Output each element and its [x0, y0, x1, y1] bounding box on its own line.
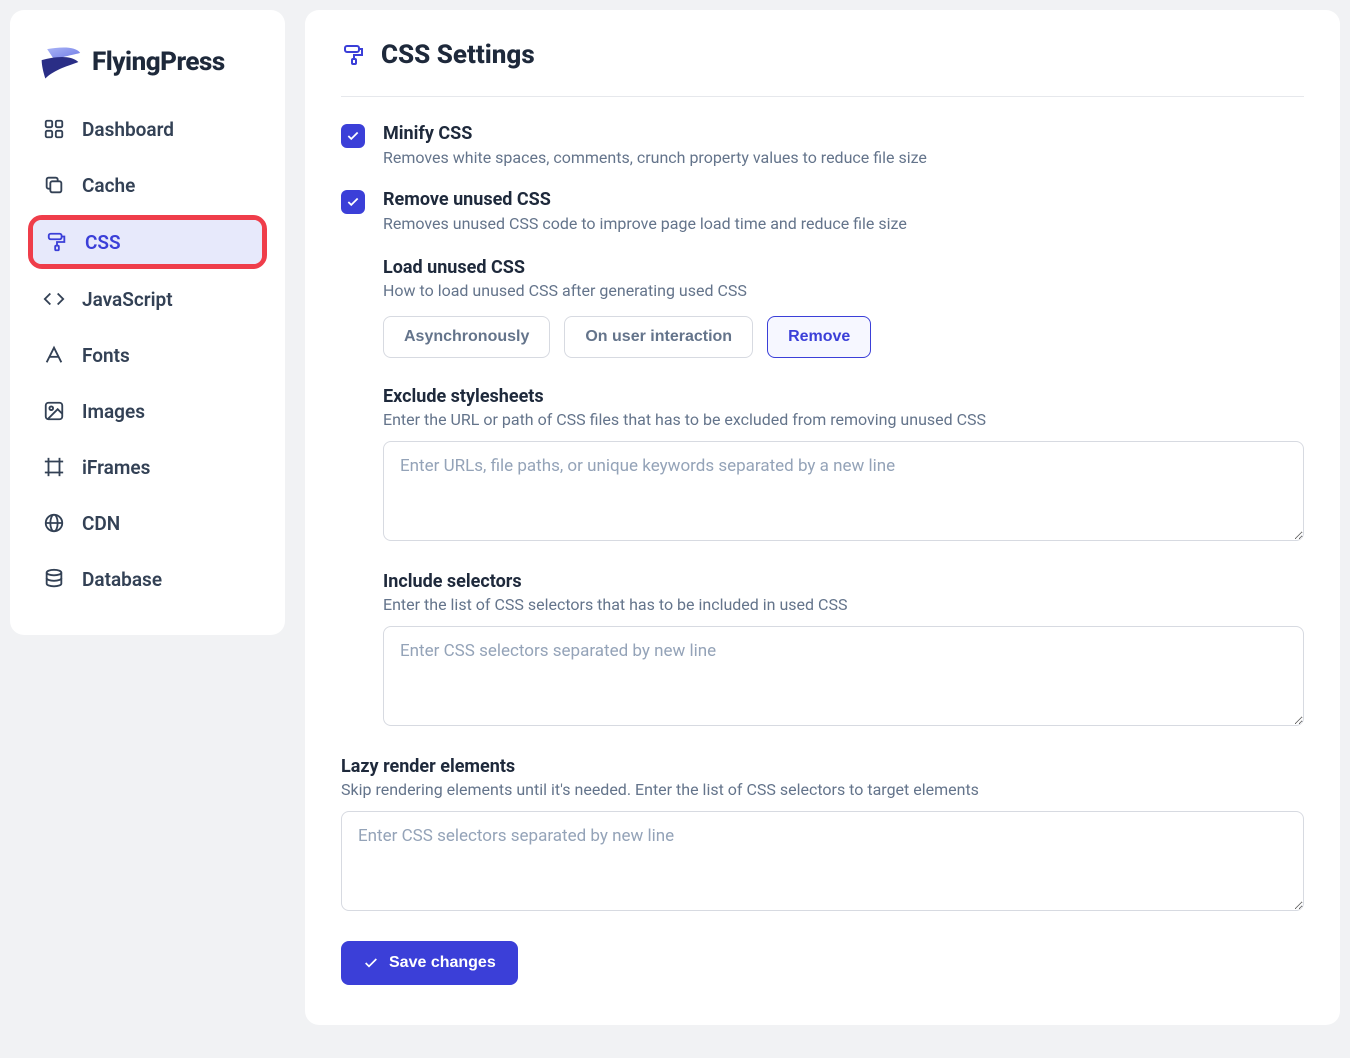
code-icon [42, 287, 66, 311]
image-icon [42, 399, 66, 423]
sidebar-highlight: CSS [28, 215, 267, 269]
sidebar: FlyingPress Dashboard Cache [10, 10, 285, 635]
save-button[interactable]: Save changes [341, 941, 518, 985]
setting-description: Removes unused CSS code to improve page … [383, 214, 1304, 233]
brand-logo-icon [38, 43, 82, 81]
field-description: Enter the list of CSS selectors that has… [383, 595, 1304, 614]
remove-unused-css-checkbox[interactable] [341, 190, 365, 214]
exclude-stylesheets-textarea[interactable] [383, 441, 1304, 541]
sidebar-item-label: iFrames [82, 456, 150, 479]
brand: FlyingPress [28, 35, 267, 103]
field-label: Include selectors [383, 571, 1304, 592]
paint-roller-icon [341, 42, 367, 68]
save-button-label: Save changes [389, 954, 496, 972]
load-unused-options: Asynchronously On user interaction Remov… [383, 316, 1304, 358]
section-label: Load unused CSS [383, 257, 1304, 278]
sidebar-item-label: CSS [85, 231, 121, 254]
minify-css-checkbox[interactable] [341, 124, 365, 148]
paint-roller-icon [45, 230, 69, 254]
globe-icon [42, 511, 66, 535]
option-remove[interactable]: Remove [767, 316, 871, 358]
sidebar-item-label: Dashboard [82, 118, 174, 141]
sidebar-item-label: Images [82, 400, 145, 423]
option-on-user-interaction[interactable]: On user interaction [564, 316, 753, 358]
option-asynchronously[interactable]: Asynchronously [383, 316, 550, 358]
sidebar-item-cache[interactable]: Cache [28, 159, 267, 211]
sidebar-item-images[interactable]: Images [28, 385, 267, 437]
sidebar-item-iframes[interactable]: iFrames [28, 441, 267, 493]
sidebar-item-cdn[interactable]: CDN [28, 497, 267, 549]
sidebar-item-fonts[interactable]: Fonts [28, 329, 267, 381]
page-title: CSS Settings [381, 40, 535, 70]
field-label: Exclude stylesheets [383, 386, 1304, 407]
sidebar-item-dashboard[interactable]: Dashboard [28, 103, 267, 155]
sidebar-item-label: JavaScript [82, 288, 173, 311]
include-selectors-textarea[interactable] [383, 626, 1304, 726]
lazy-render-field: Lazy render elements Skip rendering elem… [341, 756, 1304, 915]
page-header: CSS Settings [341, 40, 1304, 97]
brand-name: FlyingPress [92, 47, 225, 77]
sidebar-item-label: CDN [82, 512, 120, 535]
setting-label: Remove unused CSS [383, 189, 1304, 210]
lazy-render-textarea[interactable] [341, 811, 1304, 911]
sidebar-item-css[interactable]: CSS [33, 220, 262, 264]
dashboard-icon [42, 117, 66, 141]
frame-icon [42, 455, 66, 479]
field-description: Skip rendering elements until it's neede… [341, 780, 1304, 799]
field-label: Lazy render elements [341, 756, 1304, 777]
main-panel: CSS Settings Minify CSS Removes white sp… [305, 10, 1340, 1025]
setting-description: Removes white spaces, comments, crunch p… [383, 148, 1304, 167]
copy-icon [42, 173, 66, 197]
setting-minify-css: Minify CSS Removes white spaces, comment… [341, 123, 1304, 167]
database-icon [42, 567, 66, 591]
setting-label: Minify CSS [383, 123, 1304, 144]
load-unused-css-section: Load unused CSS How to load unused CSS a… [383, 257, 1304, 730]
include-selectors-field: Include selectors Enter the list of CSS … [383, 571, 1304, 730]
sidebar-item-label: Database [82, 568, 162, 591]
sidebar-item-label: Cache [82, 174, 135, 197]
font-icon [42, 343, 66, 367]
exclude-stylesheets-field: Exclude stylesheets Enter the URL or pat… [383, 386, 1304, 545]
setting-remove-unused-css: Remove unused CSS Removes unused CSS cod… [341, 189, 1304, 233]
sidebar-item-database[interactable]: Database [28, 553, 267, 605]
sidebar-nav: Dashboard Cache CSS [28, 103, 267, 605]
section-description: How to load unused CSS after generating … [383, 281, 1304, 300]
sidebar-item-javascript[interactable]: JavaScript [28, 273, 267, 325]
field-description: Enter the URL or path of CSS files that … [383, 410, 1304, 429]
check-icon [363, 955, 379, 971]
sidebar-item-label: Fonts [82, 344, 130, 367]
